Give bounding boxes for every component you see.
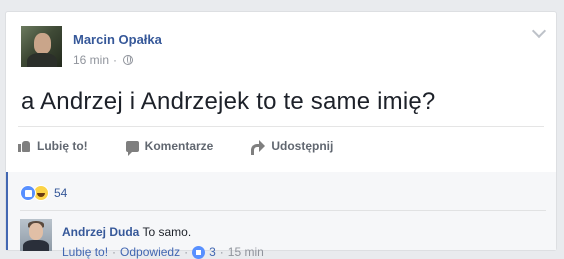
post-author-name[interactable]: Marcin Opałka <box>73 32 162 47</box>
comment-button[interactable]: Komentarze <box>125 139 214 156</box>
share-label: Udostępnij <box>271 139 334 153</box>
comment-like-icon <box>192 245 206 259</box>
comment-text: To samo. <box>142 225 192 239</box>
like-label: Lubię to! <box>37 139 88 153</box>
comment-body: Andrzej Duda To samo. <box>62 225 191 239</box>
globe-icon[interactable] <box>123 55 134 65</box>
like-button[interactable]: Lubię to! <box>18 139 88 153</box>
comment-meta: Lubię to! · Odpowiedz · 3 · 15 min <box>62 245 264 259</box>
comments-section: 54 Andrzej Duda To samo. Lubię to! · Odp… <box>6 172 556 259</box>
comment-divider <box>20 210 546 211</box>
post-time[interactable]: 16 min <box>73 53 109 67</box>
comment-like-link[interactable]: Lubię to! <box>62 245 108 259</box>
comment-label: Komentarze <box>144 139 214 153</box>
avatar-face <box>34 33 51 54</box>
meta-separator: · <box>113 53 118 67</box>
chevron-down-icon[interactable] <box>531 23 547 39</box>
share-button[interactable]: Udostępnij <box>251 139 334 155</box>
post-text: a Andrzej i Andrzejek to te same imię? <box>21 88 436 115</box>
post-card: Marcin Opałka 16 min · a Andrzej i Andrz… <box>5 11 557 259</box>
author-avatar[interactable] <box>21 26 62 67</box>
comment-icon <box>125 140 139 156</box>
comment-time[interactable]: 15 min <box>228 245 264 259</box>
post-meta: 16 min · <box>73 53 134 67</box>
share-arrow-icon <box>251 140 266 155</box>
avatar-body <box>27 53 57 67</box>
reactions-summary[interactable]: 54 <box>20 185 67 201</box>
reactions-count[interactable]: 54 <box>54 186 67 200</box>
like-reaction-icon <box>20 185 36 201</box>
comment-author-name[interactable]: Andrzej Duda <box>62 225 139 239</box>
comment-reply-link[interactable]: Odpowiedz <box>120 245 180 259</box>
divider <box>18 126 544 127</box>
comment-like-count[interactable]: 3 <box>209 245 216 259</box>
thumbs-up-icon <box>18 140 31 152</box>
comment-author-avatar[interactable] <box>20 219 52 251</box>
post-actions: Lubię to! Komentarze Udostępnij <box>18 132 544 160</box>
